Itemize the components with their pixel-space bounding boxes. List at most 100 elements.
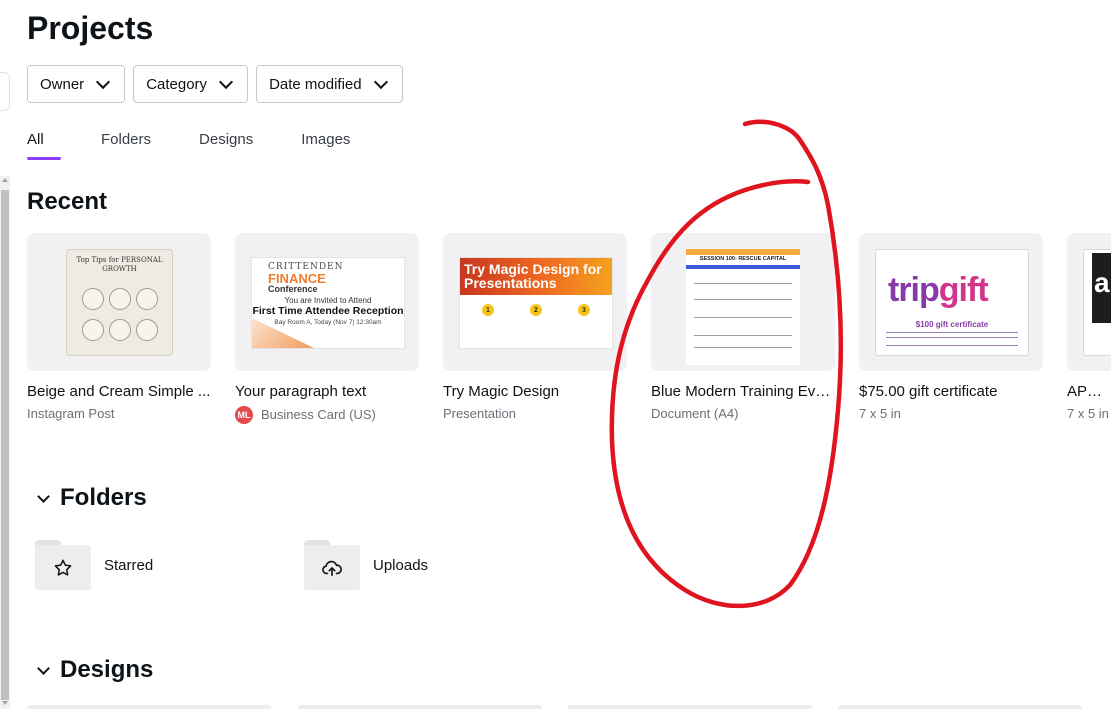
owner-filter-label: Owner xyxy=(40,75,85,93)
recent-card[interactable]: CRITTENDEN FINANCE Conference You are In… xyxy=(235,233,419,424)
card-subtitle: ML Business Card (US) xyxy=(235,406,419,424)
star-icon xyxy=(54,559,72,576)
tab-folders[interactable]: Folders xyxy=(101,126,151,152)
card-type: Document (A4) xyxy=(651,406,739,421)
design-thumbnail[interactable]: Try Magic Design for Presentations 1 2 3 xyxy=(443,233,627,371)
scroll-up-arrow[interactable] xyxy=(2,178,8,182)
folder-icon xyxy=(304,540,360,590)
tripgift-logo: tripgift xyxy=(888,271,989,309)
thumb-line xyxy=(694,335,792,336)
thumbnail-circle xyxy=(82,319,104,341)
recent-card[interactable]: SESSION 100: RESCUE CAPITAL Blue Modern … xyxy=(651,233,835,422)
thumb-line xyxy=(694,283,792,284)
card-title[interactable]: Your paragraph text xyxy=(235,383,419,401)
thumbnail-preview: SESSION 100: RESCUE CAPITAL xyxy=(686,249,800,365)
chevron-down-icon xyxy=(373,74,388,89)
category-filter-button[interactable]: Category xyxy=(133,65,249,103)
design-thumbnail[interactable]: CRITTENDEN FINANCE Conference You are In… xyxy=(235,233,419,371)
tab-bar: All Folders Designs Images xyxy=(27,126,350,160)
card-title[interactable]: Beige and Cream Simple ... xyxy=(27,383,211,401)
scroll-down-arrow[interactable] xyxy=(2,701,8,705)
design-thumbnail[interactable]: a xyxy=(1067,233,1111,371)
avatar: ML xyxy=(235,406,253,424)
card-subtitle: 7 x 5 in xyxy=(1067,406,1111,422)
chevron-down-icon xyxy=(37,661,50,675)
card-type: 7 x 5 in xyxy=(1067,406,1109,421)
card-subtitle: Presentation xyxy=(443,406,627,422)
step-badge: 1 xyxy=(482,304,494,316)
card-title[interactable]: $75.00 gift certificate xyxy=(859,383,1043,401)
card-subtitle: Instagram Post xyxy=(27,406,211,422)
folders-section-toggle[interactable]: Folders xyxy=(37,484,147,512)
card-title[interactable]: Blue Modern Training Eva... xyxy=(651,383,835,401)
design-thumbnail[interactable]: tripgift $100 gift certificate xyxy=(859,233,1043,371)
card-title[interactable]: APPLE xyxy=(1067,383,1111,401)
thumb-heading: SESSION 100: RESCUE CAPITAL xyxy=(699,256,787,262)
step-badge: 2 xyxy=(530,304,542,316)
thumb-dark-block: a xyxy=(1092,253,1111,323)
tab-images[interactable]: Images xyxy=(301,126,350,152)
tab-all[interactable]: All xyxy=(27,126,61,160)
thumb-line xyxy=(694,299,792,300)
thumbnail-preview: CRITTENDEN FINANCE Conference You are In… xyxy=(251,257,405,349)
logo-part: gift xyxy=(938,271,989,309)
recent-card[interactable]: Try Magic Design for Presentations 1 2 3… xyxy=(443,233,627,422)
recent-card[interactable]: Top Tips for PERSONAL GROWTH Beige and C… xyxy=(27,233,211,422)
folder-label: Starred xyxy=(104,556,154,574)
design-card-edge xyxy=(568,705,812,709)
thumb-text: You are Invited to Attend xyxy=(284,296,372,305)
category-filter-label: Category xyxy=(146,75,208,93)
designs-heading: Designs xyxy=(60,656,154,683)
design-thumbnail[interactable]: Top Tips for PERSONAL GROWTH xyxy=(27,233,211,371)
thumbnail-circle xyxy=(136,319,158,341)
card-type: Business Card (US) xyxy=(261,407,376,422)
thumbnail-preview: Top Tips for PERSONAL GROWTH xyxy=(66,249,173,356)
thumb-line xyxy=(886,337,1018,338)
thumbnail-preview: a xyxy=(1083,249,1111,356)
chevron-down-icon xyxy=(37,489,50,503)
step-badge: 3 xyxy=(578,304,590,316)
thumb-line xyxy=(886,345,1018,346)
thumb-bar xyxy=(686,265,800,269)
recent-card[interactable]: tripgift $100 gift certificate $75.00 gi… xyxy=(859,233,1043,422)
thumb-line xyxy=(694,317,792,318)
card-type: Presentation xyxy=(443,406,516,421)
thumb-text: First Time Attendee Reception xyxy=(252,305,404,317)
filter-bar: Owner Category Date modified xyxy=(27,65,403,103)
thumbnail-preview: tripgift $100 gift certificate xyxy=(875,249,1029,356)
folder-icon xyxy=(35,540,91,590)
recent-card[interactable]: a APPLE 7 x 5 in xyxy=(1067,233,1111,422)
design-thumbnail[interactable]: SESSION 100: RESCUE CAPITAL xyxy=(651,233,835,371)
thumb-heading: Try Magic Design for Presentations xyxy=(464,261,602,291)
folder-label: Uploads xyxy=(373,556,429,574)
designs-section-toggle[interactable]: Designs xyxy=(37,656,154,684)
folders-heading: Folders xyxy=(60,484,147,511)
chevron-down-icon xyxy=(218,74,234,89)
chevron-down-icon xyxy=(96,74,111,89)
card-subtitle: 7 x 5 in xyxy=(859,406,1043,422)
thumb-line xyxy=(694,347,792,348)
design-card-edge xyxy=(27,705,271,709)
card-type: 7 x 5 in xyxy=(859,406,901,421)
folder-starred[interactable]: Starred xyxy=(35,540,153,590)
folder-uploads[interactable]: Uploads xyxy=(304,540,428,590)
card-title[interactable]: Try Magic Design xyxy=(443,383,627,401)
card-type: Instagram Post xyxy=(27,406,115,421)
folder-body xyxy=(35,545,91,590)
scrollbar-thumb[interactable] xyxy=(1,190,9,700)
thumb-line xyxy=(886,332,1018,333)
date-modified-filter-label: Date modified xyxy=(269,75,362,93)
side-panel-handle[interactable] xyxy=(0,72,10,111)
card-subtitle: Document (A4) xyxy=(651,406,835,422)
owner-filter-button[interactable]: Owner xyxy=(27,65,126,103)
thumbnail-heading: Top Tips for PERSONAL GROWTH xyxy=(76,256,163,273)
design-card-edge xyxy=(838,705,1082,709)
thumbnail-circle xyxy=(136,288,158,310)
thumb-text: Conference xyxy=(268,284,318,294)
thumb-text: $100 gift certificate xyxy=(915,320,989,329)
thumbnail-circle xyxy=(109,319,131,341)
folder-body xyxy=(304,545,360,590)
date-modified-filter-button[interactable]: Date modified xyxy=(256,65,403,103)
tab-designs[interactable]: Designs xyxy=(199,126,253,152)
design-card-edge xyxy=(298,705,542,709)
